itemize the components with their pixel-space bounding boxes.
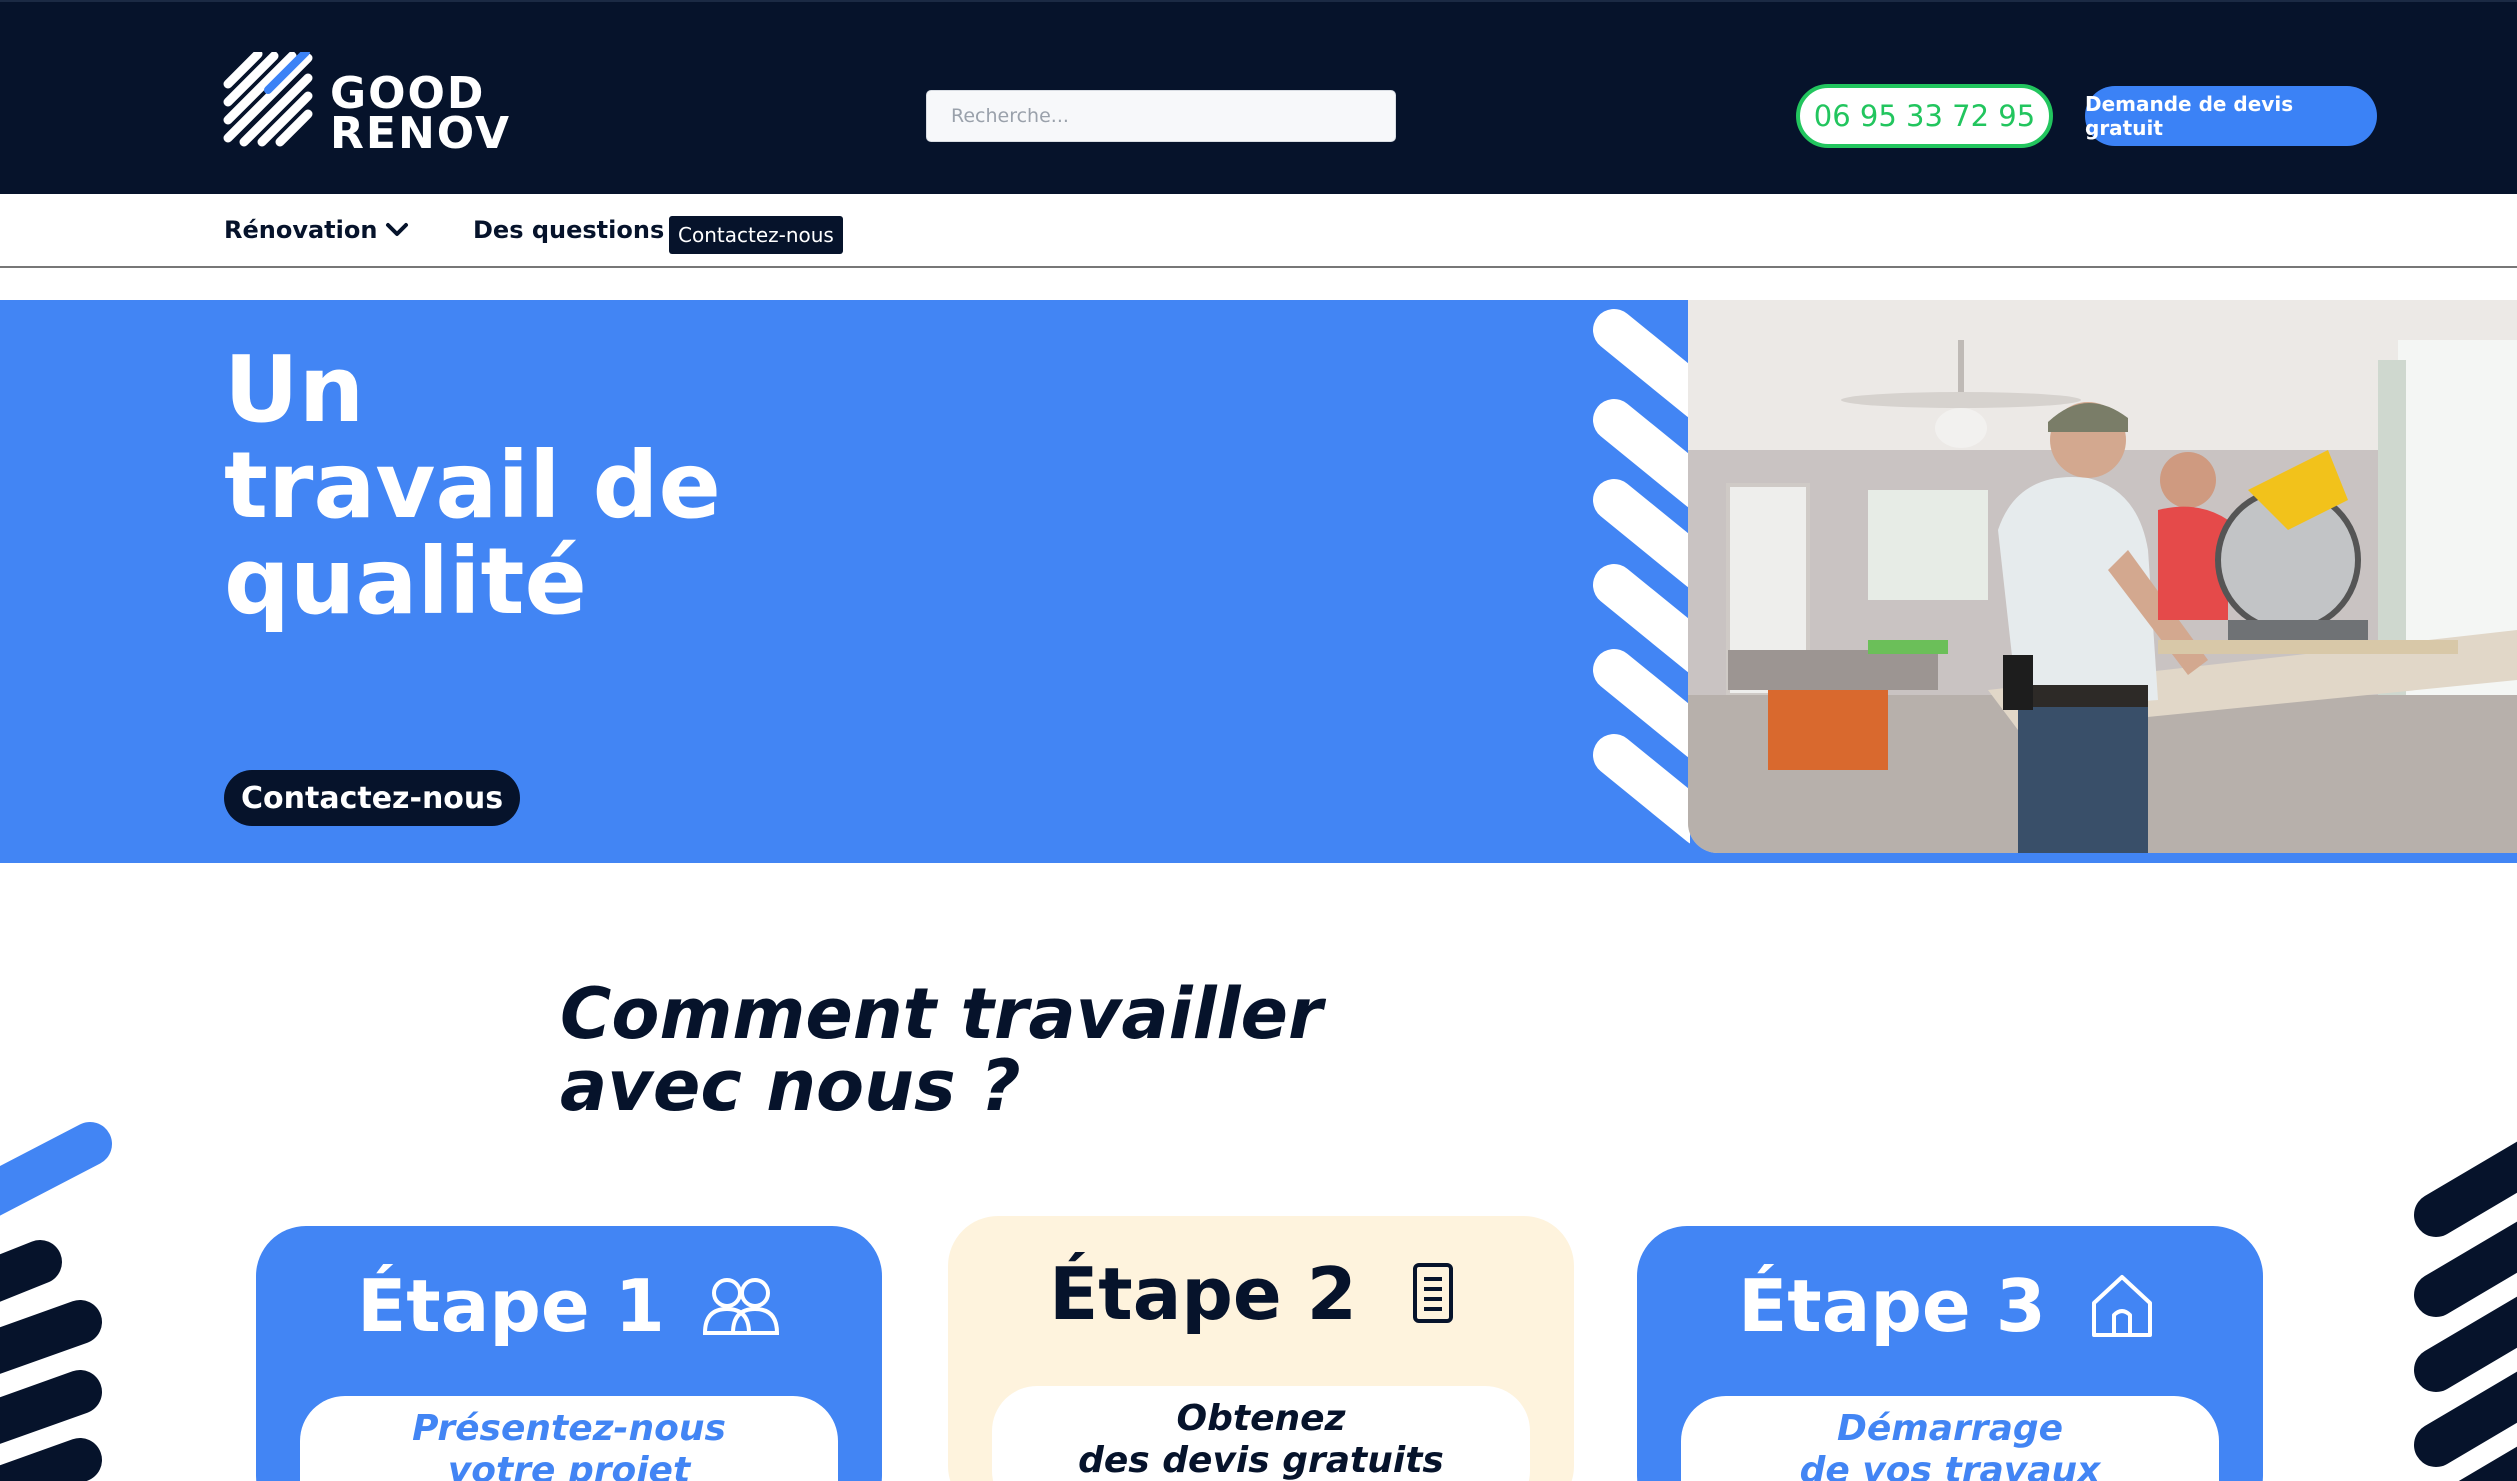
step-1-description: Présentez-nous votre projet [300,1396,838,1481]
step-card-2: Étape 2 Obtenez des devis gratuits [948,1216,1574,1481]
hero-banner: Un travail de qualité Contactez-nous [0,300,2517,863]
step-2-text-line1: Obtenez [1176,1398,1346,1439]
logo-line2: RENOV [330,108,512,159]
logo-stripes-icon [223,52,313,147]
step-1-text-line1: Présentez-nous [412,1408,726,1449]
step-3-text-line2: de vos travaux [1799,1450,2101,1481]
step-card-2-header: Étape 2 [948,1252,1574,1336]
hero-stripes-decoration [1593,309,1690,844]
right-stripes-decoration [2414,1141,2517,1481]
users-icon [702,1278,779,1335]
house-icon [2091,1275,2152,1337]
how-title-line1: Comment travailler [560,973,1323,1055]
top-header: GOOD RENOV 06 95 33 72 95 Demande de dev… [0,0,2517,194]
step-2-description: Obtenez des devis gratuits [992,1386,1530,1481]
nav-questions-label: Des questions ? [473,216,687,244]
document-icon [1412,1263,1453,1323]
how-title-line2: avec nous ? [560,1045,1021,1127]
workers-photo-image [1688,300,2517,853]
left-stripes-decoration [0,1122,112,1481]
nav-item-renovation[interactable]: Rénovation [224,216,409,244]
hero-photo-workers [1688,300,2517,853]
step-card-3-header: Étape 3 [1637,1264,2263,1348]
step-2-text-line2: des devis gratuits [1078,1440,1444,1481]
step-card-1: Étape 1 Présentez-nous votre projet [256,1226,882,1481]
step-3-description: Démarrage de vos travaux [1681,1396,2219,1481]
chevron-down-icon [386,223,409,236]
search-input[interactable] [926,90,1396,142]
step-3-text-line1: Démarrage [1836,1408,2064,1449]
hero-title: Un travail de qualité [224,336,721,635]
step-card-1-header: Étape 1 [256,1264,882,1348]
nav-contact-button[interactable]: Contactez-nous [669,216,843,254]
free-quote-button[interactable]: Demande de devis gratuit [2085,86,2377,146]
step-card-3: Étape 3 Démarrage de vos travaux [1637,1226,2263,1481]
step-3-title: Étape 3 [1738,1264,2046,1348]
hero-contact-button[interactable]: Contactez-nous [224,770,521,826]
logo-text: GOOD RENOV [330,72,512,159]
logo[interactable]: GOOD RENOV [222,52,542,156]
how-section-title: Comment travailler avec nous ? [560,978,1460,1122]
main-nav: Rénovation Des questions ? [0,194,2517,268]
step-1-title: Étape 1 [357,1264,665,1348]
step-2-title: Étape 2 [1049,1252,1357,1336]
nav-renovation-label: Rénovation [224,216,378,244]
step-1-text-line2: votre projet [447,1450,691,1481]
phone-button[interactable]: 06 95 33 72 95 [1796,84,2053,148]
